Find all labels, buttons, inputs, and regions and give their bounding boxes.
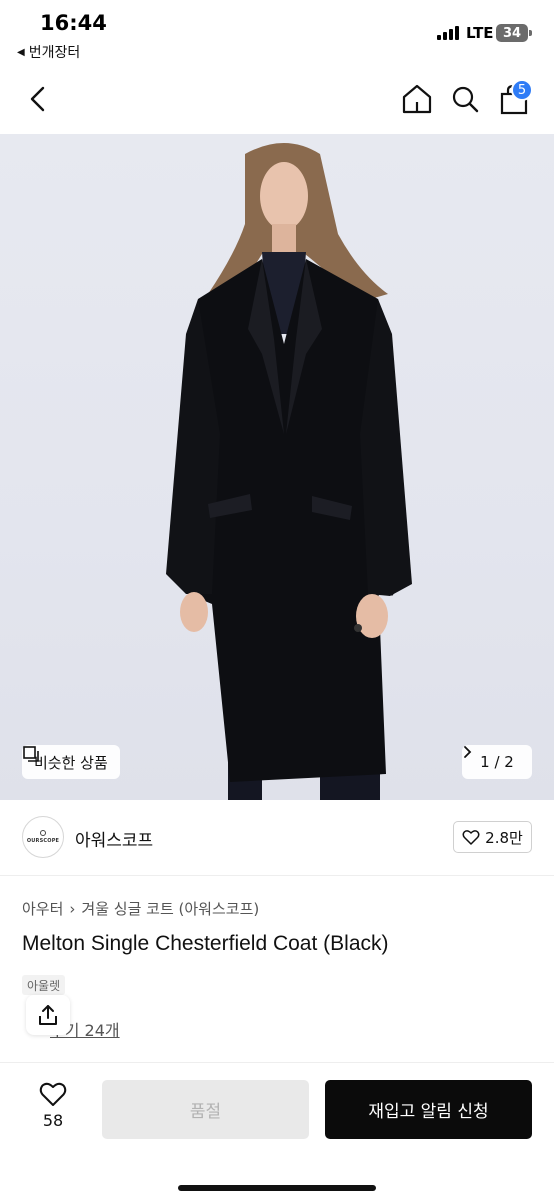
- image-page-label: 1 / 2: [480, 753, 514, 771]
- store-logo-mark: [40, 830, 46, 836]
- signal-icon: [437, 26, 459, 40]
- store-row: OURSCOPE 아워스코프 2.8만: [0, 800, 554, 876]
- store-likes-count: 2.8만: [485, 828, 523, 847]
- breadcrumb-category[interactable]: 아우터: [22, 898, 63, 919]
- back-app-label: 번개장터: [28, 45, 81, 61]
- sold-out-button: 품절: [102, 1080, 309, 1139]
- store-logo-text: OURSCOPE: [26, 838, 60, 844]
- outlet-badge: 아울렛: [22, 975, 66, 995]
- wishlist-count: 58: [42, 1111, 64, 1130]
- product-title: Melton Single Chesterfield Coat (Black): [22, 932, 389, 955]
- restock-alert-button[interactable]: 재입고 알림 신청: [325, 1080, 532, 1139]
- share-icon: [39, 1005, 57, 1025]
- breadcrumb-subcategory[interactable]: 겨울 싱글 코트 (아워스코프): [81, 898, 259, 919]
- cart-count-badge: 5: [511, 79, 533, 101]
- status-bar: 16:44 ◀ 번개장터 LTE 34: [0, 0, 554, 68]
- product-photo: [166, 143, 412, 800]
- back-button[interactable]: [24, 82, 54, 116]
- back-to-app-link[interactable]: ◀ 번개장터: [17, 42, 80, 62]
- search-button[interactable]: [448, 82, 482, 116]
- heart-icon: [462, 830, 480, 845]
- home-icon: [402, 84, 432, 114]
- copy-squares-icon: [23, 746, 39, 762]
- store-name[interactable]: 아워스코프: [75, 826, 153, 851]
- bottom-action-bar: 58 품절 재입고 알림 신청: [0, 1062, 554, 1200]
- chevron-left-icon: [30, 86, 45, 112]
- network-label: LTE: [466, 24, 494, 42]
- image-page-indicator[interactable]: 1 / 2: [462, 745, 532, 779]
- search-icon: [452, 86, 479, 113]
- chevron-right-icon: [464, 746, 472, 758]
- battery-tip: [529, 30, 532, 36]
- nav-bar: 5: [0, 68, 554, 132]
- store-follow-button[interactable]: 2.8만: [453, 821, 532, 853]
- similar-products-label: 비슷한 상품: [34, 753, 108, 772]
- similar-products-button[interactable]: 비슷한 상품: [22, 745, 120, 779]
- store-logo[interactable]: OURSCOPE: [22, 816, 64, 858]
- home-button[interactable]: [400, 82, 434, 116]
- heart-icon: [39, 1082, 67, 1106]
- status-time: 16:44: [40, 11, 107, 35]
- battery-icon: 34: [496, 24, 528, 42]
- back-triangle-icon: ◀: [17, 46, 25, 58]
- product-image-carousel[interactable]: 비슷한 상품 1 / 2: [0, 134, 554, 800]
- wishlist-button[interactable]: 58: [30, 1081, 76, 1130]
- breadcrumb: 아우터 › 겨울 싱글 코트 (아워스코프): [22, 898, 259, 919]
- home-indicator: [178, 1185, 376, 1191]
- share-button[interactable]: [26, 995, 70, 1035]
- breadcrumb-separator-icon: ›: [69, 899, 76, 918]
